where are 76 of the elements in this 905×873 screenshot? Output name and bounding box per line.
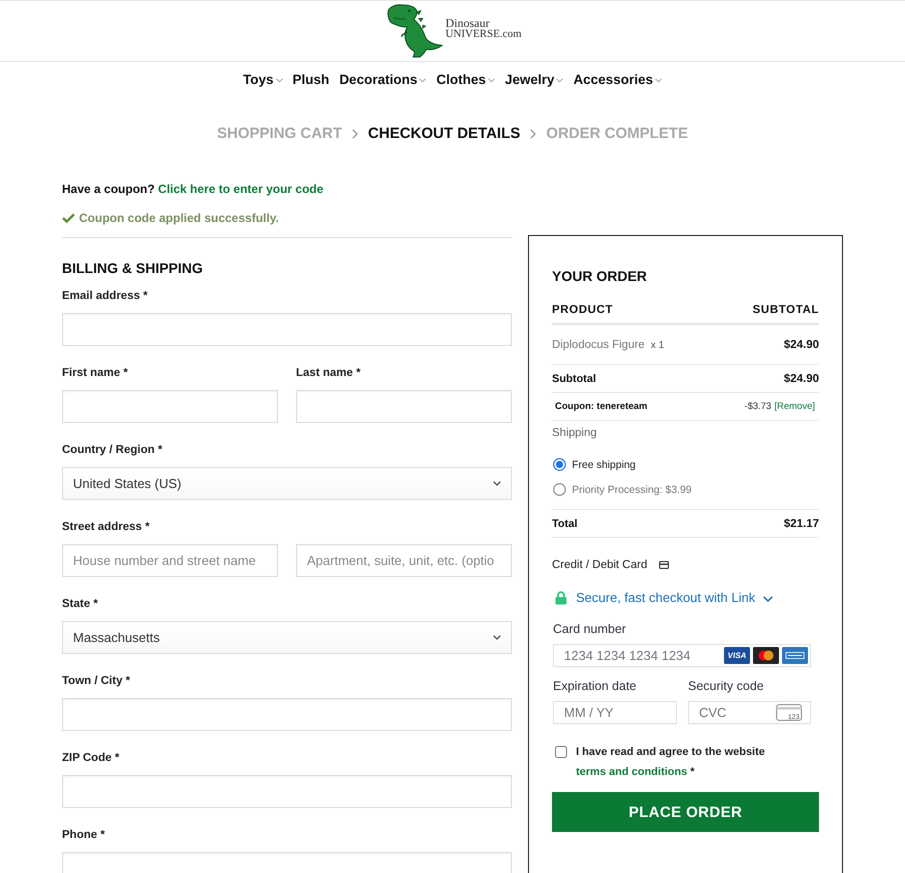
logo-text: Dinosaur: [445, 18, 490, 29]
checkbox[interactable]: [555, 746, 567, 758]
chevron-down-icon[interactable]: [763, 596, 774, 602]
column-header: PRODUCT: [552, 304, 614, 316]
link-checkout-link[interactable]: Secure, fast checkout with Link: [576, 588, 756, 608]
subtotal-value: $24.90: [784, 372, 819, 384]
coupon-link[interactable]: Click here to enter your code: [158, 182, 324, 196]
column-header: SUBTOTAL: [752, 304, 819, 316]
chevron-down-icon: [493, 635, 501, 640]
nav-link[interactable]: Plush: [292, 72, 330, 86]
field-label: Last name *: [296, 366, 362, 381]
shipping-option-label: Priority Processing: $3.99: [572, 484, 692, 496]
field-label: Email address *: [62, 289, 149, 304]
select-field[interactable]: Massachusetts: [62, 621, 512, 654]
checkmark-icon: [62, 213, 75, 223]
shipping-label: Shipping: [552, 426, 598, 441]
caret-icon: [556, 78, 564, 82]
text-field[interactable]: House number and street name: [62, 544, 278, 577]
coupon-label: Coupon: tenereteam: [554, 401, 648, 412]
nav-link[interactable]: Jewelry: [504, 72, 564, 86]
nav-link[interactable]: Toys: [243, 72, 283, 86]
total-value: $21.17: [784, 518, 819, 530]
field-label: Card number: [553, 621, 627, 638]
card-brand-icon: [753, 647, 779, 664]
field-label: Town / City *: [62, 674, 132, 689]
section-heading: YOUR ORDER: [552, 267, 648, 285]
place-order-button[interactable]: PLACE ORDER: [552, 792, 819, 832]
lock-icon: [555, 591, 567, 605]
terms-text: I have read and agree to the website terms and conditions *: [576, 745, 766, 780]
card-brand-logo: VISA: [724, 647, 750, 664]
chevron-down-icon: [493, 481, 501, 486]
field-label: Security code: [688, 678, 765, 695]
dinosaur-icon[interactable]: [385, 3, 446, 59]
section-heading: BILLING & SHIPPING: [62, 259, 204, 277]
terms-link[interactable]: terms and conditions: [576, 766, 688, 778]
nav-link[interactable]: Decorations: [339, 72, 426, 86]
field-label: First name *: [62, 366, 129, 381]
caret-icon: [419, 78, 426, 82]
card-brand-icon: [782, 647, 808, 664]
field-label: Expiration date: [553, 678, 638, 695]
success-message: Coupon code applied successfully.: [79, 210, 279, 227]
checkout-step[interactable]: CHECKOUT DETAILS: [368, 124, 520, 144]
field-label: Phone *: [62, 828, 106, 843]
text-field[interactable]: [62, 390, 278, 423]
discount-amount: -$3.73: [744, 401, 772, 412]
subtotal-label: Subtotal: [552, 372, 596, 384]
chevron-right-icon: [352, 129, 358, 139]
quantity-text: x 1: [650, 340, 664, 350]
caret-icon: [654, 78, 662, 82]
logo-text: UNIVERSE.com: [445, 29, 522, 40]
text-field[interactable]: [62, 698, 512, 731]
text-field[interactable]: [62, 775, 512, 808]
coupon-prompt: Have a coupon? Click here to enter your code: [62, 181, 324, 198]
price-text: $24.90: [784, 338, 819, 350]
caret-icon: [488, 78, 495, 82]
text-field[interactable]: [62, 313, 512, 346]
field-label: Street address *: [62, 520, 151, 535]
select-field[interactable]: United States (US): [62, 467, 512, 500]
field-label: Country / Region *: [62, 443, 164, 458]
product-name: Diplodocus Figure: [552, 338, 645, 350]
field-label: ZIP Code *: [62, 751, 120, 766]
shipping-option-label: Free shipping: [572, 458, 636, 470]
text-field[interactable]: Apartment, suite, unit, etc. (optio: [296, 544, 512, 577]
field-label: State *: [62, 597, 99, 612]
credit-card-icon: [659, 561, 670, 569]
radio-button[interactable]: [553, 483, 566, 496]
text-field[interactable]: [296, 390, 512, 423]
total-label: Total: [552, 518, 578, 530]
nav-link[interactable]: Clothes: [436, 72, 495, 86]
nav-link[interactable]: Accessories: [573, 72, 662, 86]
expiration-date-field[interactable]: MM / YY: [553, 701, 677, 724]
payment-method-label: Credit / Debit Card: [552, 558, 648, 573]
radio-button[interactable]: [553, 458, 566, 471]
remove-coupon-link[interactable]: [Remove]: [774, 401, 815, 412]
chevron-right-icon: [530, 129, 536, 139]
caret-icon: [276, 78, 283, 82]
